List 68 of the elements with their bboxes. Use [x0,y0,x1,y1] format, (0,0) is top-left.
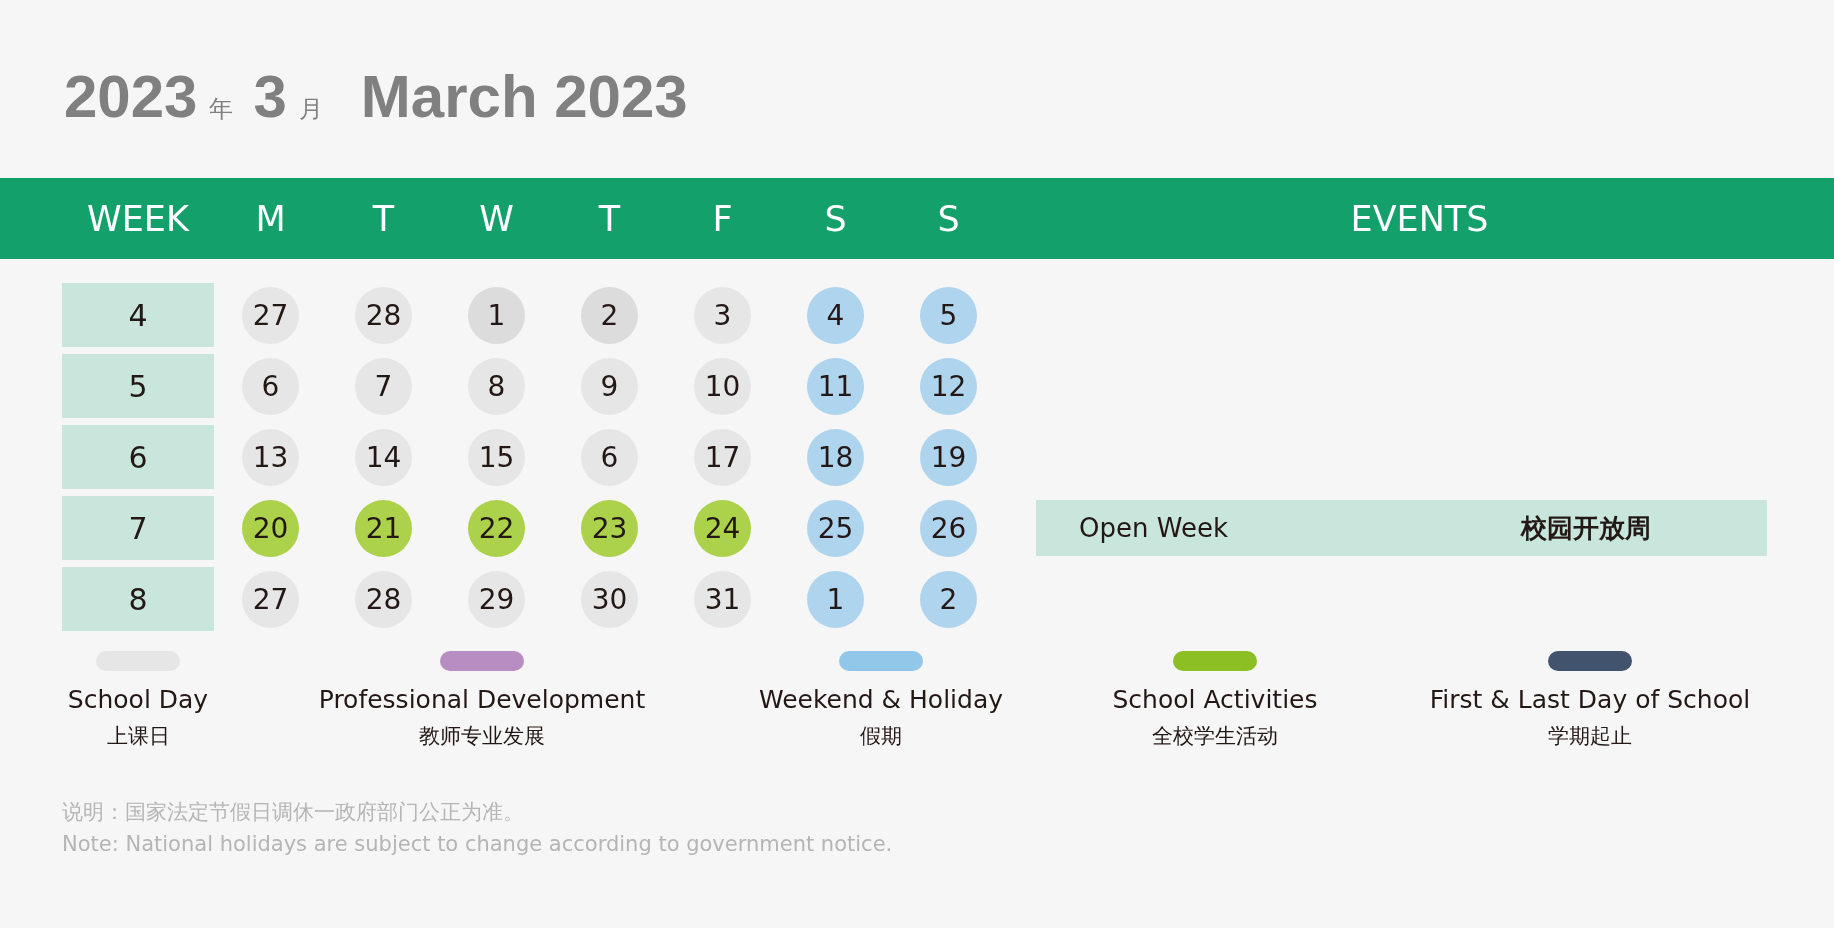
legend-label: School Activities [1112,685,1318,714]
year-unit: 年 [209,94,234,125]
week-number: 6 [62,425,214,489]
day-circle: 2 [581,286,638,344]
month-title: March 2023 [360,62,688,131]
day-circle: 26 [920,499,977,557]
day-circle: 24 [694,499,751,557]
day-circle: 20 [242,499,299,557]
day-circle: 13 [242,428,299,486]
year-number: 2023 [64,62,198,131]
day-circle: 29 [468,570,525,628]
month-unit: 月 [298,94,323,125]
legend-label-chinese: 教师专业发展 [419,723,545,750]
day-circle: 9 [581,357,638,415]
day-circle: 15 [468,428,525,486]
day-circle: 6 [242,357,299,415]
legend-label-chinese: 假期 [860,723,902,750]
week-number: 4 [62,283,214,347]
day-circle: 5 [920,286,977,344]
day-circle: 8 [468,357,525,415]
note-text: Note: National holidays are subject to change according to government notice. [62,832,894,856]
month-number: 3 [253,62,287,131]
day-circle: 7 [355,357,412,415]
legend-label: Professional Development [318,685,646,714]
column-heading: S [936,198,961,239]
day-circle: 1 [468,286,525,344]
column-heading: EVENTS [1349,198,1490,239]
week-number: 8 [62,567,214,631]
day-circle: 12 [920,357,977,415]
day-circle: 31 [694,570,751,628]
day-circle: 21 [355,499,412,557]
legend-label: School Day [67,685,209,714]
day-circle: 28 [355,570,412,628]
day-circle: 30 [581,570,638,628]
day-circle: 27 [242,570,299,628]
event-name: Open Week [1079,513,1228,543]
column-heading: M [254,198,287,239]
day-circle: 28 [355,286,412,344]
column-heading: W [478,198,515,239]
day-circle: 23 [581,499,638,557]
legend-label: Weekend & Holiday [758,685,1004,714]
day-circle: 27 [242,286,299,344]
legend-label: First & Last Day of School [1429,685,1751,714]
day-circle: 19 [920,428,977,486]
week-number: 7 [62,496,214,560]
legend-label-chinese: 全校学生活动 [1152,723,1278,750]
day-circle: 6 [581,428,638,486]
day-circle: 25 [807,499,864,557]
column-heading: T [597,198,622,239]
day-circle: 4 [807,286,864,344]
note-text: 说明：国家法定节假日调休一政府部门公正为准。 [62,799,525,826]
legend-label-chinese: 上课日 [106,723,170,750]
day-circle: 3 [694,286,751,344]
day-circle: 18 [807,428,864,486]
event-name-chinese: 校园开放周 [1521,511,1651,545]
column-heading: T [371,198,396,239]
day-circle: 2 [920,570,977,628]
legend-label-chinese: 学期起止 [1548,723,1632,750]
day-circle: 1 [807,570,864,628]
column-heading: F [711,198,734,239]
week-number: 5 [62,354,214,418]
column-heading: S [823,198,848,239]
day-circle: 11 [807,357,864,415]
day-circle: 10 [694,357,751,415]
day-circle: 17 [694,428,751,486]
column-heading: WEEK [86,198,191,239]
day-circle: 14 [355,428,412,486]
day-circle: 22 [468,499,525,557]
